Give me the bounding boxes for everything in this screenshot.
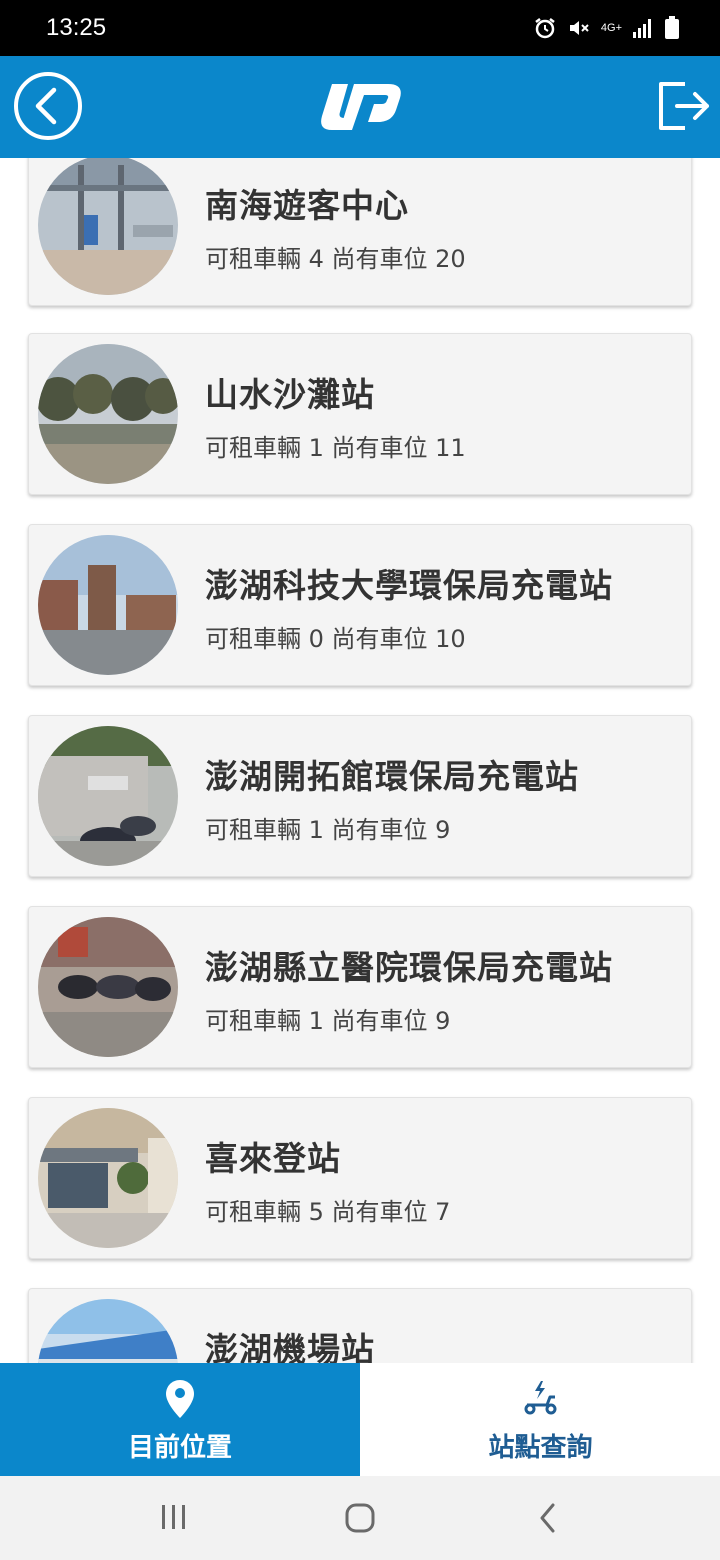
station-card[interactable]: 山水沙灘站 可租車輛 1 尚有車位 11 <box>28 333 692 495</box>
chevron-left-icon <box>540 1503 555 1533</box>
station-availability: 可租車輛 0 尚有車位 10 <box>205 625 466 653</box>
station-card[interactable]: 澎湖機場站 <box>28 1288 692 1363</box>
tab-current-location-label: 目前位置 <box>127 1433 232 1463</box>
tab-station-search[interactable]: 站點查詢 <box>361 1363 720 1476</box>
station-availability: 可租車輛 5 尚有車位 7 <box>205 1198 451 1226</box>
app-header <box>0 56 720 158</box>
station-photo <box>38 726 178 866</box>
signal-icon <box>633 19 651 38</box>
status-icons: 4G+ <box>533 14 680 42</box>
station-name: 澎湖科技大學環保局充電站 <box>205 566 613 605</box>
station-name: 喜來登站 <box>205 1139 341 1178</box>
station-name: 澎湖縣立醫院環保局充電站 <box>205 948 613 987</box>
station-name: 澎湖開拓館環保局充電站 <box>205 757 579 796</box>
recent-apps-icon <box>162 1505 185 1529</box>
station-card[interactable]: 澎湖科技大學環保局充電站 可租車輛 0 尚有車位 10 <box>28 524 692 686</box>
bottom-nav: 目前位置 站點查詢 <box>0 1363 720 1476</box>
status-bar: 13:25 4G+ <box>0 0 720 56</box>
home-button[interactable] <box>344 1502 376 1538</box>
station-availability: 可租車輛 1 尚有車位 9 <box>205 816 451 844</box>
station-availability: 可租車輛 1 尚有車位 11 <box>205 434 466 462</box>
tab-current-location[interactable]: 目前位置 <box>0 1363 360 1476</box>
recent-apps-button[interactable] <box>160 1502 188 1536</box>
station-card[interactable]: 澎湖縣立醫院環保局充電站 可租車輛 1 尚有車位 9 <box>28 906 692 1068</box>
station-availability: 可租車輛 4 尚有車位 20 <box>205 245 466 273</box>
app-logo <box>318 78 404 134</box>
back-button[interactable] <box>12 70 84 142</box>
station-card[interactable]: 南海遊客中心 可租車輛 4 尚有車位 20 <box>28 158 692 306</box>
station-photo <box>38 344 178 484</box>
station-availability: 可租車輛 1 尚有車位 9 <box>205 1007 451 1035</box>
tab-station-search-label: 站點查詢 <box>488 1433 593 1463</box>
station-name: 山水沙灘站 <box>205 375 375 414</box>
back-nav-button[interactable] <box>538 1502 558 1538</box>
station-photo <box>38 1108 178 1248</box>
status-time: 13:25 <box>46 14 107 41</box>
home-icon <box>345 1503 375 1533</box>
station-name: 澎湖機場站 <box>205 1330 375 1363</box>
station-card[interactable]: 澎湖開拓館環保局充電站 可租車輛 1 尚有車位 9 <box>28 715 692 877</box>
station-photo <box>38 917 178 1057</box>
system-nav-bar <box>0 1476 720 1560</box>
logout-button[interactable] <box>655 78 711 134</box>
station-photo <box>38 158 178 295</box>
station-name: 南海遊客中心 <box>205 186 409 225</box>
station-photo <box>38 1299 178 1363</box>
up-logo-icon <box>321 84 401 130</box>
station-list[interactable]: 南海遊客中心 可租車輛 4 尚有車位 20 山水沙灘站 可租車輛 1 尚有車位 … <box>0 158 720 1363</box>
station-photo <box>38 535 178 675</box>
network-label: 4G+ <box>600 21 622 34</box>
mute-icon <box>569 21 589 35</box>
scooter-charging-icon <box>524 1381 556 1415</box>
logout-icon <box>659 82 709 130</box>
station-card[interactable]: 喜來登站 可租車輛 5 尚有車位 7 <box>28 1097 692 1259</box>
back-circle-icon <box>14 72 82 140</box>
battery-icon <box>665 16 679 39</box>
alarm-icon <box>535 18 555 39</box>
map-pin-icon <box>166 1380 194 1418</box>
